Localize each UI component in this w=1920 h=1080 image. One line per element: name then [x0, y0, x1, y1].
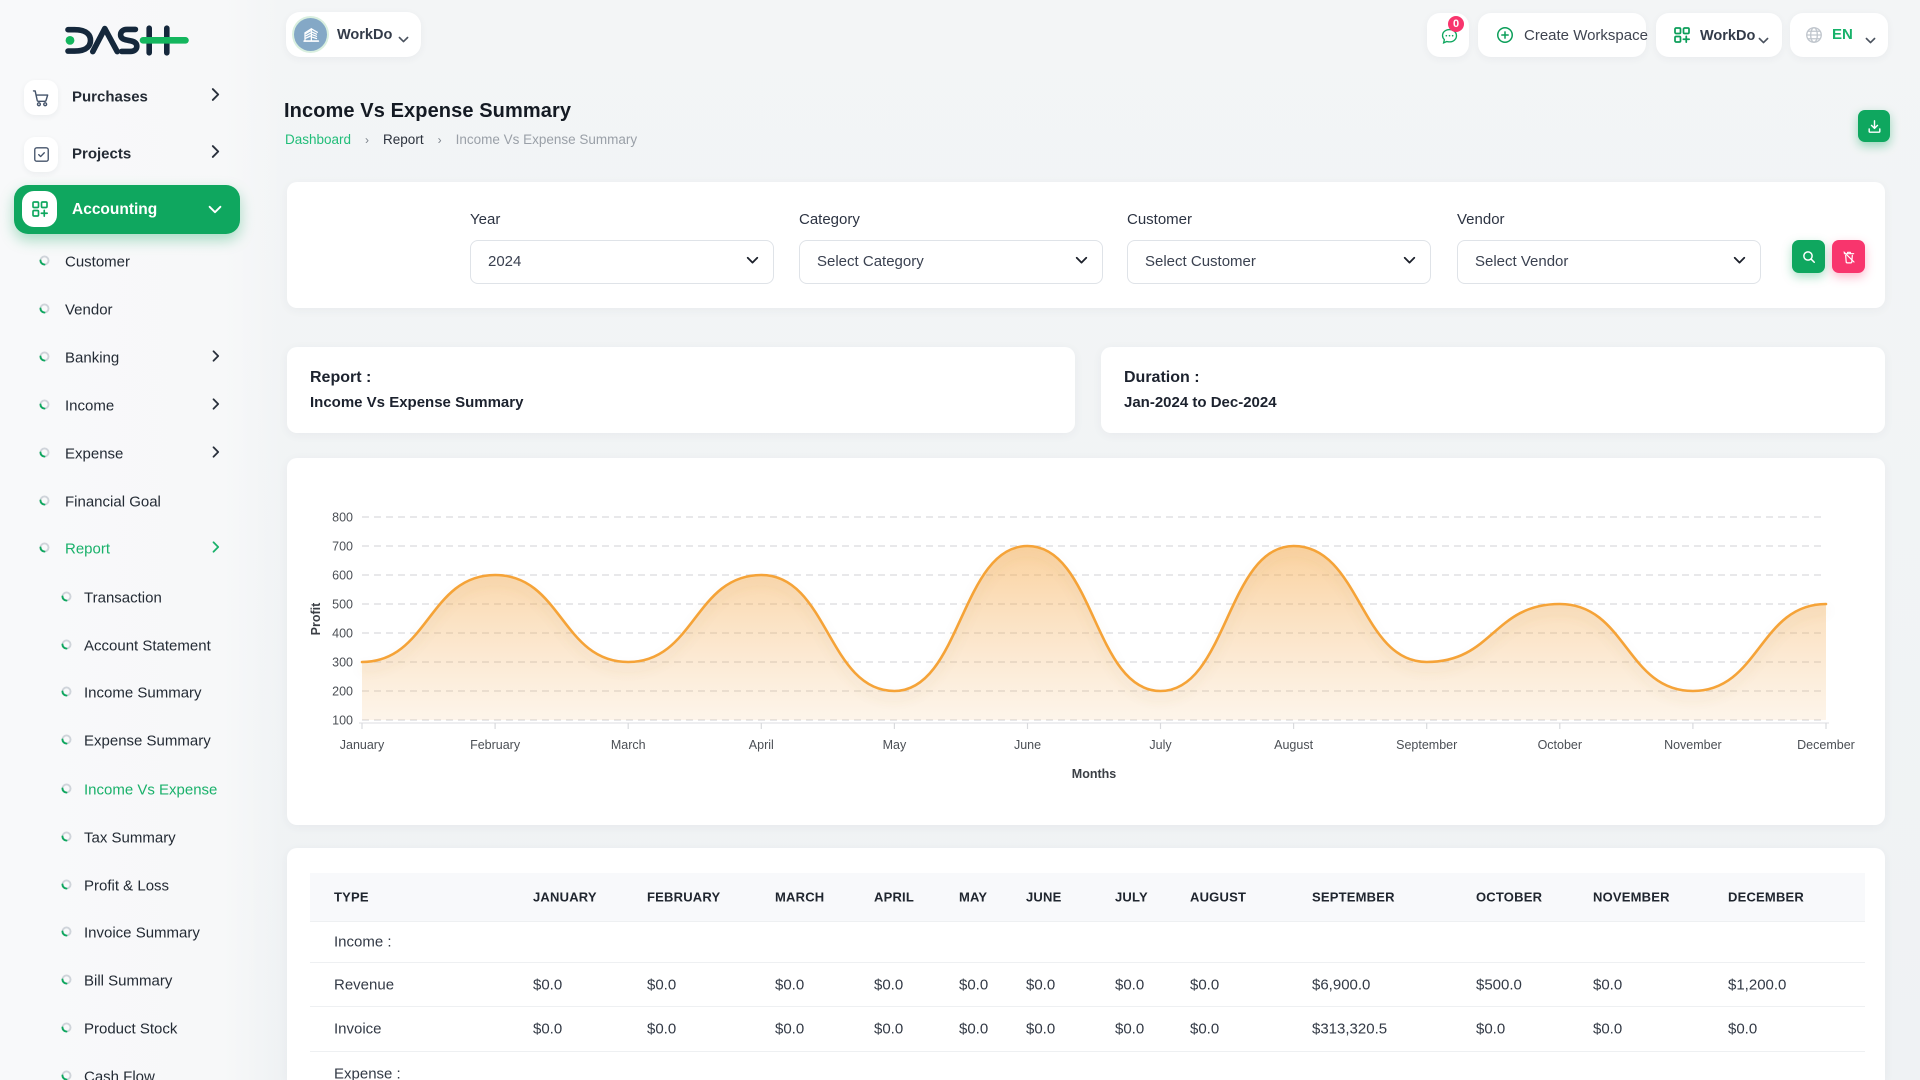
svg-text:March: March	[611, 738, 646, 752]
svg-text:100: 100	[332, 714, 353, 728]
svg-text:February: February	[470, 738, 521, 752]
svg-text:Profit: Profit	[309, 602, 323, 635]
svg-text:500: 500	[332, 598, 353, 612]
svg-text:April: April	[749, 738, 774, 752]
svg-text:August: August	[1274, 738, 1313, 752]
svg-text:800: 800	[332, 511, 353, 525]
svg-text:Months: Months	[1072, 767, 1116, 781]
svg-text:October: October	[1538, 738, 1582, 752]
svg-text:300: 300	[332, 656, 353, 670]
svg-text:600: 600	[332, 569, 353, 583]
svg-text:700: 700	[332, 540, 353, 554]
svg-text:July: July	[1149, 738, 1172, 752]
svg-text:December: December	[1797, 738, 1855, 752]
svg-text:September: September	[1396, 738, 1457, 752]
svg-text:January: January	[340, 738, 385, 752]
svg-text:200: 200	[332, 685, 353, 699]
svg-text:May: May	[883, 738, 907, 752]
svg-text:400: 400	[332, 627, 353, 641]
svg-text:November: November	[1664, 738, 1722, 752]
svg-text:June: June	[1014, 738, 1041, 752]
